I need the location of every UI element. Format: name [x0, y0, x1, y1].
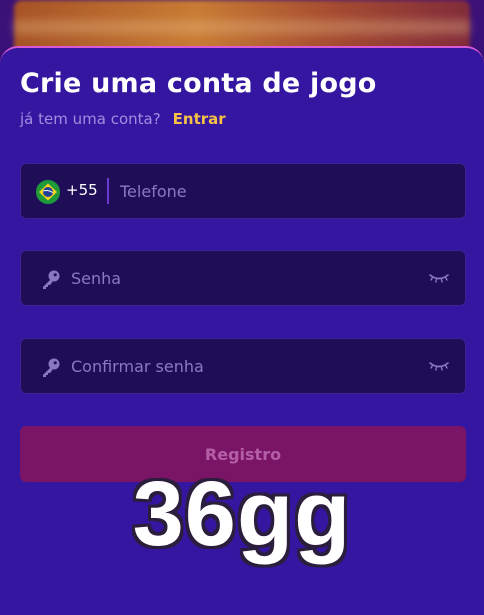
- phone-divider: [107, 178, 109, 204]
- login-link[interactable]: Entrar: [173, 110, 226, 128]
- country-code[interactable]: +55: [66, 181, 98, 199]
- password-field[interactable]: [20, 250, 466, 306]
- modal-title: Crie uma conta de jogo: [20, 68, 377, 99]
- key-icon: [43, 270, 60, 289]
- login-prompt-text: já tem uma conta?: [20, 110, 161, 128]
- password-input[interactable]: [71, 251, 411, 305]
- eye-closed-icon[interactable]: [429, 359, 449, 373]
- login-prompt: já tem uma conta? Entrar: [20, 110, 226, 128]
- page: Crie uma conta de jogo já tem uma conta?…: [0, 0, 484, 615]
- eye-closed-icon[interactable]: [429, 271, 449, 285]
- confirm-password-field[interactable]: [20, 338, 466, 394]
- phone-field[interactable]: +55: [20, 163, 466, 219]
- phone-input[interactable]: [120, 164, 450, 218]
- key-icon: [43, 358, 60, 377]
- brazil-flag-icon: [36, 180, 60, 204]
- watermark-text: 36gg: [132, 463, 352, 565]
- banner-shine: [14, 20, 470, 34]
- confirm-password-input[interactable]: [71, 339, 411, 393]
